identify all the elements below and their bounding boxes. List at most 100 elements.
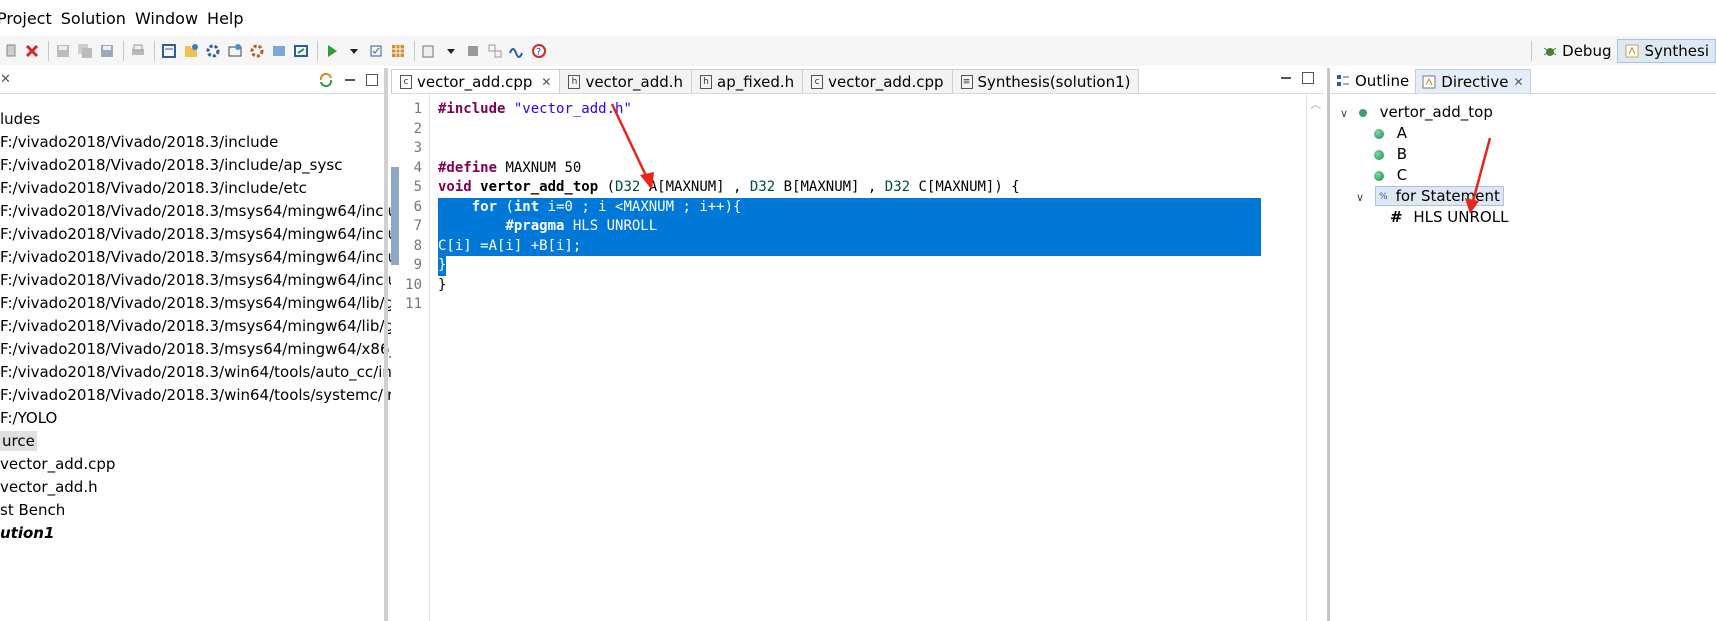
grid-icon[interactable] bbox=[388, 41, 408, 61]
tree-item-include-path[interactable]: F:/vivado2018/Vivado/2018.3/win64/tools/… bbox=[0, 361, 392, 384]
tab-synthesis-report[interactable]: ≡ Synthesis(solution1) bbox=[951, 69, 1140, 93]
menu-bar: Project Solution Window Help bbox=[0, 0, 1716, 36]
port-icon bbox=[1374, 149, 1384, 160]
tree-item-solution[interactable]: ution1 bbox=[0, 522, 388, 545]
tree-item-include-path[interactable]: F:/vivado2018/Vivado/2018.3/msys64/mingw… bbox=[0, 223, 397, 246]
c-file-icon: c bbox=[811, 74, 824, 89]
tab-outline-label: Outline bbox=[1355, 72, 1410, 90]
tree-item-include-path[interactable]: F:/vivado2018/Vivado/2018.3/msys64/mingw… bbox=[0, 292, 394, 315]
code-line: 2 bbox=[413, 120, 422, 137]
editor-view-controls bbox=[1280, 72, 1314, 84]
tree-item-include-path[interactable]: F:/vivado2018/Vivado/2018.3/msys64/mingw… bbox=[0, 200, 397, 223]
tree-node-port-b[interactable]: B bbox=[1330, 144, 1716, 165]
tree-node-unroll-directive[interactable]: # HLS UNROLL bbox=[1330, 207, 1716, 228]
explorer-tabbar: ✕ bbox=[0, 68, 388, 94]
tab-vector-add-cpp-2[interactable]: c vector_add.cpp bbox=[802, 69, 953, 93]
toolbar: ? Debug Synthesi bbox=[0, 36, 1716, 66]
tree-item-include-path[interactable]: F:/vivado2018/Vivado/2018.3/msys64/mingw… bbox=[0, 315, 394, 338]
tab-outline[interactable]: Outline bbox=[1330, 69, 1415, 93]
tree-node-port-a[interactable]: A bbox=[1330, 123, 1716, 144]
code-area[interactable]: 1 #include "vector_add.h" 2 3 4 #define … bbox=[391, 94, 1324, 621]
layout-icon[interactable] bbox=[485, 41, 505, 61]
close-red-icon[interactable] bbox=[22, 41, 42, 61]
port-icon bbox=[1374, 170, 1384, 181]
toolbar-separator bbox=[48, 41, 49, 61]
editor-scrollbar[interactable]: ︿ bbox=[1306, 94, 1324, 621]
tree-item-source-file[interactable]: vector_add.h bbox=[0, 476, 388, 499]
tree-item-include-path[interactable]: F:/YOLO bbox=[0, 407, 388, 430]
help-icon[interactable]: ? bbox=[529, 41, 549, 61]
editor-tabbar: c vector_add.cpp ✕ h vector_add.h h ap_f… bbox=[391, 68, 1324, 94]
minimize-icon[interactable] bbox=[1280, 72, 1292, 84]
close-icon[interactable]: ✕ bbox=[1513, 75, 1523, 89]
waveform-icon[interactable] bbox=[507, 41, 527, 61]
synthesis-label: Synthesi bbox=[1644, 42, 1709, 60]
cosim-icon[interactable] bbox=[269, 41, 289, 61]
tree-node-for-statement[interactable]: ∨ % for Statement bbox=[1330, 186, 1716, 207]
maximize-icon[interactable] bbox=[366, 74, 378, 86]
menu-window[interactable]: Window bbox=[135, 9, 210, 28]
tab-vector-add-cpp[interactable]: c vector_add.cpp ✕ bbox=[391, 69, 561, 93]
compare-icon[interactable] bbox=[419, 41, 439, 61]
minimize-icon[interactable] bbox=[344, 74, 356, 86]
tab-vector-add-h[interactable]: h vector_add.h bbox=[559, 69, 693, 93]
tab-label: vector_add.cpp bbox=[828, 72, 944, 91]
tree-item-source[interactable]: urce bbox=[0, 430, 388, 453]
tree-item-include-path[interactable]: F:/vivado2018/Vivado/2018.3/msys64/mingw… bbox=[0, 338, 397, 361]
tree-item-include-path[interactable]: F:/vivado2018/Vivado/2018.3/include/etc bbox=[0, 177, 388, 200]
tree-item-include-path[interactable]: F:/vivado2018/Vivado/2018.3/msys64/mingw… bbox=[0, 246, 397, 269]
run-dropdown-icon[interactable] bbox=[344, 41, 364, 61]
export-rtl-icon[interactable] bbox=[291, 41, 311, 61]
tree-item-include-path[interactable]: F:/vivado2018/Vivado/2018.3/include bbox=[0, 131, 388, 154]
chevron-down-icon[interactable]: ∨ bbox=[1340, 103, 1354, 124]
report-icon: ≡ bbox=[960, 74, 973, 89]
print-icon[interactable] bbox=[128, 41, 148, 61]
compare-dropdown-icon[interactable] bbox=[441, 41, 461, 61]
menu-project[interactable]: Project bbox=[0, 9, 64, 28]
toolbar-separator bbox=[1531, 41, 1533, 61]
synthesis-icon[interactable] bbox=[247, 41, 267, 61]
outline-icon bbox=[1337, 75, 1349, 86]
save-as-icon[interactable] bbox=[97, 41, 117, 61]
tree-item-test-bench[interactable]: st Bench bbox=[0, 499, 388, 522]
for-statement-selected: % for Statement bbox=[1374, 186, 1504, 206]
toolbar-separator bbox=[414, 41, 415, 61]
delete-icon[interactable] bbox=[0, 41, 20, 61]
tab-ap-fixed-h[interactable]: h ap_fixed.h bbox=[691, 69, 804, 93]
pragma-hash-icon: # bbox=[1390, 208, 1403, 226]
menu-help[interactable]: Help bbox=[207, 9, 255, 28]
tree-node-top-function[interactable]: ∨ vertor_add_top bbox=[1330, 102, 1716, 123]
panel-splitter[interactable] bbox=[384, 68, 388, 621]
new-project-icon[interactable] bbox=[181, 41, 201, 61]
tab-directive-label: Directive bbox=[1441, 72, 1509, 91]
scroll-up-icon[interactable]: ︿ bbox=[1310, 96, 1321, 112]
code-line: 9 } bbox=[391, 256, 1261, 276]
synthesis-perspective-button[interactable]: Synthesi bbox=[1617, 39, 1716, 63]
menu-solution[interactable]: Solution bbox=[61, 9, 138, 28]
tree-item-includes[interactable]: ludes bbox=[0, 108, 388, 131]
project-settings-icon[interactable] bbox=[159, 41, 179, 61]
save-icon[interactable] bbox=[53, 41, 73, 61]
tree-node-port-c[interactable]: C bbox=[1330, 165, 1716, 186]
close-icon[interactable]: ✕ bbox=[0, 72, 11, 87]
debug-perspective-button[interactable]: Debug bbox=[1536, 39, 1617, 63]
close-icon[interactable]: ✕ bbox=[541, 75, 551, 89]
tree-item-source-file[interactable]: vector_add.cpp bbox=[0, 453, 388, 476]
tree-item-include-path[interactable]: F:/vivado2018/Vivado/2018.3/win64/tools/… bbox=[0, 384, 393, 407]
tab-label: ap_fixed.h bbox=[717, 72, 795, 91]
tab-label: Synthesis(solution1) bbox=[977, 72, 1131, 91]
stop-icon[interactable] bbox=[463, 41, 483, 61]
tree-item-include-path[interactable]: F:/vivado2018/Vivado/2018.3/msys64/mingw… bbox=[0, 269, 397, 292]
explorer-view-controls bbox=[318, 72, 378, 88]
chevron-down-icon[interactable]: ∨ bbox=[1356, 187, 1370, 208]
tab-directive[interactable]: Directive ✕ bbox=[1415, 69, 1531, 93]
tree-item-include-path[interactable]: F:/vivado2018/Vivado/2018.3/include/ap_s… bbox=[0, 154, 388, 177]
maximize-icon[interactable] bbox=[1302, 72, 1314, 84]
link-with-editor-icon[interactable] bbox=[318, 72, 334, 88]
settings-gear-icon[interactable] bbox=[203, 41, 223, 61]
c-simulation-icon[interactable] bbox=[225, 41, 245, 61]
run-icon[interactable] bbox=[322, 41, 342, 61]
debug-label: Debug bbox=[1562, 42, 1612, 60]
save-all-icon[interactable] bbox=[75, 41, 95, 61]
checkbox-icon[interactable] bbox=[366, 41, 386, 61]
